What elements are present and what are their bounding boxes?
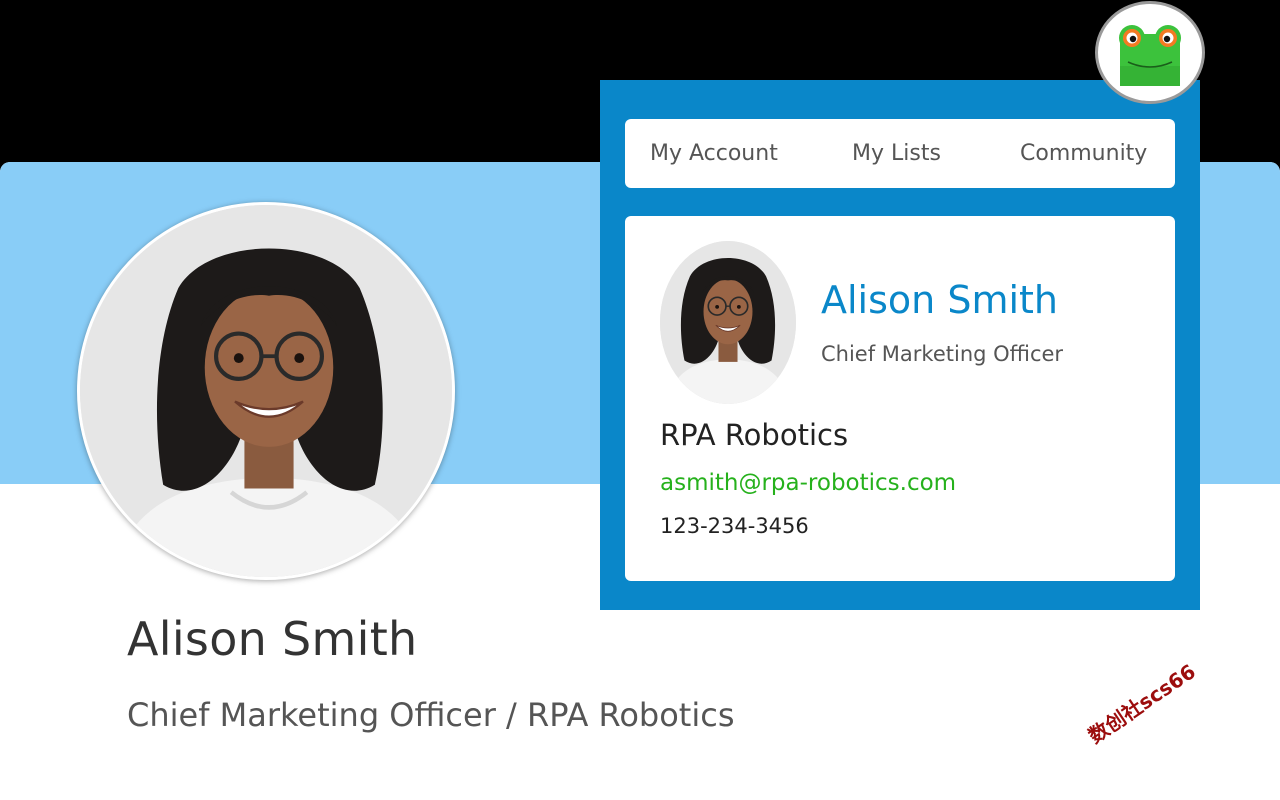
frog-face-icon [1119, 25, 1181, 86]
tab-community[interactable]: Community [1020, 141, 1147, 166]
profile-name: Alison Smith [127, 612, 418, 666]
account-popup: My Account My Lists Community Alison Smi… [600, 80, 1200, 610]
contact-name: Alison Smith [821, 278, 1058, 322]
watermark-text: 数创社scs66 [1084, 659, 1200, 749]
contact-card: Alison Smith Chief Marketing Officer RPA… [625, 216, 1175, 581]
profile-subtitle: Chief Marketing Officer / RPA Robotics [127, 696, 735, 734]
tab-my-account[interactable]: My Account [650, 141, 778, 166]
profile-avatar [77, 202, 455, 580]
tab-my-lists[interactable]: My Lists [852, 141, 941, 166]
frog-logo-icon[interactable] [1095, 1, 1205, 104]
contact-phone: 123-234-3456 [660, 514, 809, 538]
contact-avatar [660, 241, 796, 404]
nav-tabs: My Account My Lists Community [625, 119, 1175, 188]
person-photo-icon [660, 241, 796, 404]
contact-title: Chief Marketing Officer [821, 342, 1064, 366]
contact-company: RPA Robotics [660, 418, 849, 452]
person-photo-icon [80, 205, 452, 577]
contact-email-link[interactable]: asmith@rpa-robotics.com [660, 470, 956, 496]
